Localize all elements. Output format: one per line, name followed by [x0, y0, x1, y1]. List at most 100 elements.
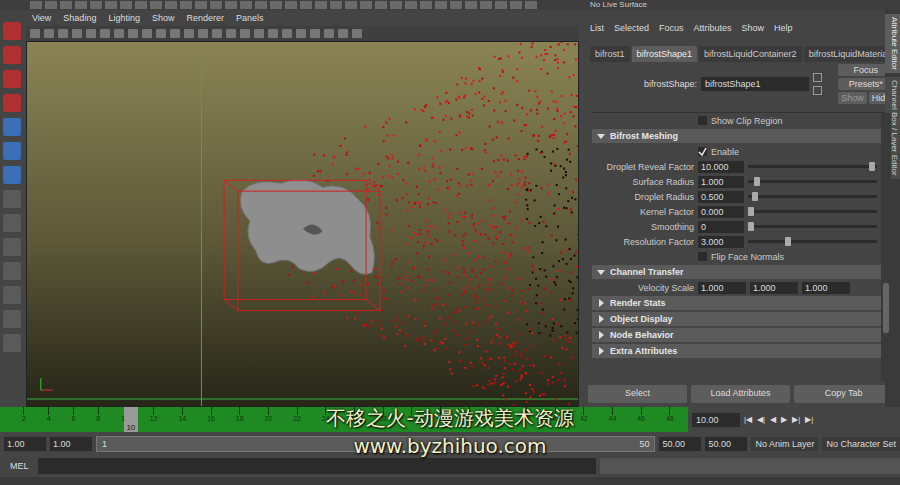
input-connection-icon[interactable]: [813, 73, 822, 82]
shelf-icon[interactable]: [495, 1, 507, 9]
viewport-tool-icon[interactable]: [114, 29, 124, 38]
viewport-tool-icon[interactable]: [58, 29, 68, 38]
liquid-mesh[interactable]: [240, 179, 374, 274]
attribute-slider[interactable]: [748, 225, 877, 228]
shelf-icon[interactable]: [345, 1, 357, 9]
attribute-slider[interactable]: [748, 165, 877, 168]
playback-button[interactable]: ▶: [781, 415, 787, 424]
shelf-icon[interactable]: [195, 1, 207, 9]
shelf-icon[interactable]: [480, 1, 492, 9]
viewport-tool-icon[interactable]: [352, 29, 362, 38]
attribute-slider[interactable]: [748, 180, 877, 183]
shelf-icon[interactable]: [240, 1, 252, 9]
tool-icon[interactable]: [3, 286, 21, 304]
viewport-menu-item[interactable]: Renderer: [186, 13, 224, 23]
shelf-icon[interactable]: [135, 1, 147, 9]
shelf-icon[interactable]: [375, 1, 387, 9]
viewport-tool-icon[interactable]: [226, 29, 236, 38]
viewport-tool-icon[interactable]: [44, 29, 54, 38]
attribute-field[interactable]: 1.000: [698, 282, 746, 294]
viewport-menu-item[interactable]: Shading: [63, 13, 96, 23]
viewport-tool-icon[interactable]: [198, 29, 208, 38]
shelf-icon[interactable]: [210, 1, 222, 9]
shelf-icon[interactable]: [105, 1, 117, 9]
viewport-tool-icon[interactable]: [282, 29, 292, 38]
tool-icon[interactable]: [3, 142, 21, 160]
viewport-tool-icon[interactable]: [296, 29, 306, 38]
shelf-icon[interactable]: [60, 1, 72, 9]
playback-button[interactable]: ▶|: [805, 415, 813, 424]
section-header[interactable]: Render Stats: [592, 296, 881, 310]
shelf-icon[interactable]: [255, 1, 267, 9]
playback-start-field[interactable]: 1.00: [50, 437, 92, 451]
attribute-slider[interactable]: [748, 240, 877, 243]
tool-icon[interactable]: [3, 166, 21, 184]
live-surface-field[interactable]: No Live Surface: [590, 0, 647, 10]
viewport-tool-icon[interactable]: [240, 29, 250, 38]
shelf-icon[interactable]: [165, 1, 177, 9]
shelf-icon[interactable]: [390, 1, 402, 9]
viewport-menu-item[interactable]: Lighting: [108, 13, 140, 23]
character-set-dropdown[interactable]: No Character Set: [822, 437, 900, 451]
viewport-menu-item[interactable]: Show: [152, 13, 175, 23]
attribute-field[interactable]: 1.000: [750, 282, 798, 294]
attribute-field[interactable]: 10.000: [698, 161, 744, 173]
output-connection-icon[interactable]: [813, 86, 822, 95]
tool-icon[interactable]: [3, 118, 21, 136]
attribute-field[interactable]: 3.000: [698, 236, 744, 248]
side-tab[interactable]: Attribute Editor: [885, 14, 900, 73]
footer-button[interactable]: Load Attributes: [691, 385, 790, 403]
attribute-editor-menu-item[interactable]: List: [590, 23, 604, 33]
tool-icon[interactable]: [3, 310, 21, 328]
playback-button[interactable]: ◀: [770, 415, 776, 424]
attribute-editor-menu-item[interactable]: Focus: [659, 23, 684, 33]
shelf-icon[interactable]: [30, 1, 42, 9]
node-tab[interactable]: bifrostShape1: [632, 46, 698, 62]
viewport-tool-icon[interactable]: [184, 29, 194, 38]
viewport-tool-icon[interactable]: [338, 29, 348, 38]
viewport-tool-icon[interactable]: [100, 29, 110, 38]
viewport-tool-icon[interactable]: [268, 29, 278, 38]
viewport-tool-icon[interactable]: [170, 29, 180, 38]
node-tab[interactable]: bifrost1: [590, 46, 630, 62]
node-name-field[interactable]: bifrostShape1: [701, 77, 809, 91]
show-button[interactable]: Show: [838, 92, 867, 104]
attribute-field[interactable]: 0: [698, 221, 744, 233]
viewport-tool-icon[interactable]: [86, 29, 96, 38]
viewport-tool-icon[interactable]: [310, 29, 320, 38]
tool-icon[interactable]: [3, 22, 21, 40]
viewport-tool-icon[interactable]: [212, 29, 222, 38]
shelf-icon[interactable]: [120, 1, 132, 9]
checkbox[interactable]: [698, 147, 707, 156]
viewport-menu-item[interactable]: Panels: [236, 13, 264, 23]
shelf-icon[interactable]: [405, 1, 417, 9]
section-header[interactable]: Bifrost Meshing: [592, 129, 881, 143]
attribute-field[interactable]: 0.000: [698, 206, 744, 218]
viewport-tool-icon[interactable]: [142, 29, 152, 38]
container-box[interactable]: [224, 180, 380, 310]
shelf-icon[interactable]: [45, 1, 57, 9]
tool-icon[interactable]: [3, 238, 21, 256]
shelf-icon[interactable]: [435, 1, 447, 9]
tool-icon[interactable]: [3, 46, 21, 64]
footer-button[interactable]: Select: [588, 385, 687, 403]
viewport-tool-icon[interactable]: [156, 29, 166, 38]
footer-button[interactable]: Copy Tab: [794, 385, 893, 403]
shelf-icon[interactable]: [465, 1, 477, 9]
range-slider[interactable]: 1 50: [96, 436, 655, 452]
section-header[interactable]: Channel Transfer: [592, 265, 881, 279]
viewport-tool-icon[interactable]: [30, 29, 40, 38]
scrollbar[interactable]: [881, 113, 891, 381]
attribute-editor-menu-item[interactable]: Selected: [614, 23, 649, 33]
tool-icon[interactable]: [3, 214, 21, 232]
node-tab[interactable]: bifrostLiquidContainer2: [699, 46, 802, 62]
viewport-tool-icon[interactable]: [324, 29, 334, 38]
shelf-icon[interactable]: [315, 1, 327, 9]
viewport-tool-icon[interactable]: [128, 29, 138, 38]
tool-icon[interactable]: [3, 262, 21, 280]
tool-icon[interactable]: [3, 70, 21, 88]
shelf-icon[interactable]: [180, 1, 192, 9]
playback-button[interactable]: ▶|: [792, 415, 800, 424]
playback-button[interactable]: ◀|: [757, 415, 765, 424]
current-frame-field[interactable]: 10.00: [692, 413, 740, 427]
